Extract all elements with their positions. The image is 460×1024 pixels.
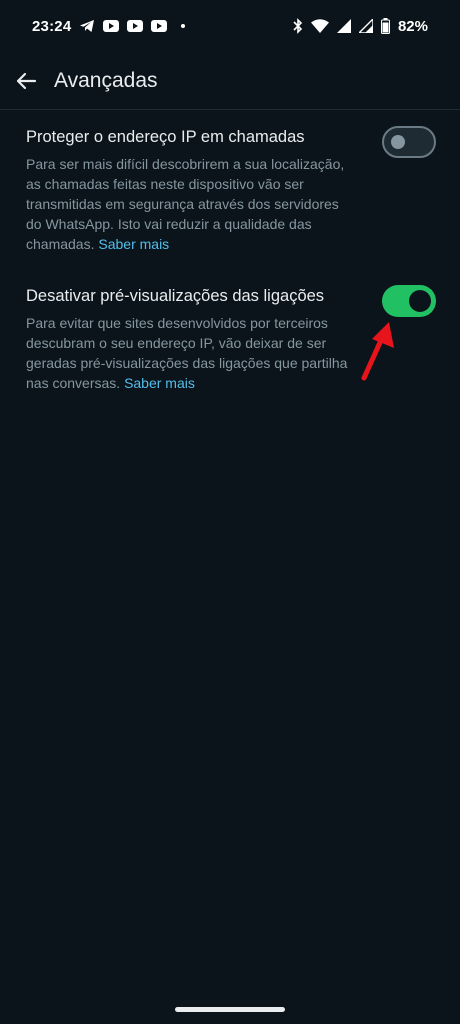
setting-title: Desativar pré-visualizações das ligações: [26, 287, 325, 305]
link-previews-toggle[interactable]: [382, 285, 436, 317]
learn-more-link[interactable]: Saber mais: [98, 236, 169, 252]
status-time: 23:24: [32, 17, 72, 35]
signal-icon: [336, 19, 351, 33]
wifi-icon: [310, 19, 329, 33]
battery-percentage: 82%: [397, 17, 428, 35]
app-header: Avançadas: [0, 52, 460, 110]
battery-icon: [380, 18, 390, 34]
status-left: 23:24: [32, 17, 186, 35]
bluetooth-icon: [293, 18, 303, 34]
setting-description-text: Para ser mais difícil descobrirem a sua …: [26, 156, 345, 252]
telegram-icon: [79, 19, 95, 33]
toggle-knob: [391, 135, 405, 149]
dot-icon: [181, 24, 186, 28]
status-right: 82%: [293, 18, 428, 35]
page-title: Avançadas: [54, 68, 158, 92]
signal-icon: [358, 19, 373, 33]
toggle-knob: [409, 290, 431, 312]
annotation-arrow-icon: [361, 322, 394, 381]
gesture-nav-handle[interactable]: [175, 1007, 285, 1012]
setting-protect-ip-calls[interactable]: Proteger o endereço IP em chamadas Para …: [26, 126, 436, 254]
setting-description: Para evitar que sites desenvolvidos por …: [26, 313, 356, 393]
back-button[interactable]: [12, 67, 40, 95]
protect-ip-toggle[interactable]: [382, 126, 436, 158]
youtube-icon: [103, 20, 120, 32]
youtube-icon: [151, 20, 168, 32]
learn-more-link[interactable]: Saber mais: [124, 375, 195, 391]
setting-title: Proteger o endereço IP em chamadas: [26, 128, 305, 146]
status-bar: 23:24 82%: [0, 0, 460, 52]
arrow-left-icon: [16, 72, 37, 89]
setting-description: Para ser mais difícil descobrirem a sua …: [26, 154, 356, 254]
youtube-icon: [127, 20, 144, 32]
